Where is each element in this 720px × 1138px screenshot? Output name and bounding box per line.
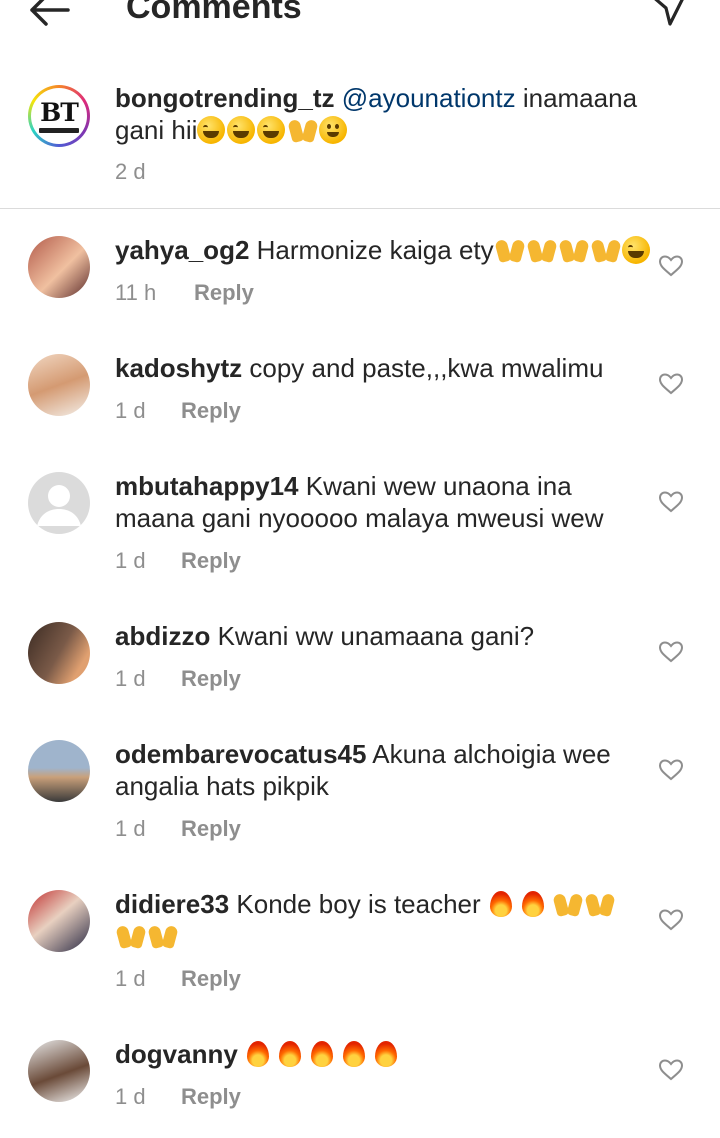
comment-time: 1 d [115, 666, 146, 691]
heart-icon[interactable] [658, 640, 684, 664]
fire-emoji-icon [520, 889, 546, 919]
avatar[interactable] [28, 354, 90, 416]
reply-button[interactable]: Reply [181, 398, 241, 424]
laughing-emoji-icon [257, 116, 286, 144]
comment-time: 1 d [115, 548, 146, 573]
comment-username[interactable]: mbutahappy14 [115, 471, 299, 501]
heart-icon[interactable] [658, 1058, 684, 1082]
comment-body: Konde boy is teacher [236, 889, 481, 919]
avatar[interactable] [28, 1040, 90, 1102]
fire-emoji-icon [341, 1039, 367, 1069]
comment-text: kadoshytz copy and paste,,,kwa mwalimu [115, 352, 603, 384]
comment-time: 11 h [115, 280, 157, 305]
reply-button[interactable]: Reply [194, 280, 254, 306]
avatar[interactable]: BT [28, 85, 90, 147]
comment-body: Akuna alchoigia wee [372, 739, 611, 769]
raising-hands-emoji-icon [147, 922, 179, 950]
smiling-emoji-icon [319, 116, 348, 144]
comment-text: odembarevocatus45 Akuna alchoigia wee an… [115, 738, 611, 802]
avatar[interactable] [28, 740, 90, 802]
avatar[interactable] [28, 890, 90, 952]
caption-block: BT bongotrending_tz @ayounationtz inamaa… [0, 70, 720, 209]
raising-hands-emoji-icon [287, 116, 319, 144]
comment-meta: 1 d Reply [115, 966, 241, 992]
logo-text: BT [40, 98, 79, 127]
heart-icon[interactable] [658, 758, 684, 782]
avatar[interactable] [28, 236, 90, 298]
raising-hands-emoji-icon [552, 890, 584, 918]
raising-hands-emoji-icon [526, 236, 558, 264]
raising-hands-emoji-icon [584, 890, 616, 918]
comment-username[interactable]: didiere33 [115, 889, 229, 919]
avatar[interactable] [28, 622, 90, 684]
comment-meta: 1 d Reply [115, 816, 241, 842]
comment-body: Kwani wew unaona ina [305, 471, 572, 501]
heart-icon[interactable] [658, 908, 684, 932]
comment-meta: 1 d Reply [115, 1084, 241, 1110]
comment-text: mbutahappy14 Kwani wew unaona ina maana … [115, 470, 604, 534]
comment-text: yahya_og2 Harmonize kaiga ety [115, 234, 652, 266]
comment-text: abdizzo Kwani ww unamaana gani? [115, 620, 534, 652]
comment-time: 1 d [115, 1084, 146, 1109]
comment-text: dogvanny [115, 1038, 405, 1070]
comment-meta: 1 d Reply [115, 548, 241, 574]
comment-username[interactable]: dogvanny [115, 1039, 238, 1069]
fire-emoji-icon [277, 1039, 303, 1069]
heart-icon[interactable] [658, 372, 684, 396]
comment-body: Harmonize kaiga ety [256, 235, 494, 265]
comment-meta: 11 h Reply [115, 280, 254, 306]
caption-time: 2 d [115, 159, 146, 184]
fire-emoji-icon [309, 1039, 335, 1069]
caption-username[interactable]: bongotrending_tz [115, 83, 335, 113]
avatar[interactable] [28, 472, 90, 534]
comment-body-2: angalia hats pikpik [115, 771, 329, 801]
reply-button[interactable]: Reply [181, 666, 241, 692]
raising-hands-emoji-icon [558, 236, 590, 264]
reply-button[interactable]: Reply [181, 548, 241, 574]
heart-icon[interactable] [658, 254, 684, 278]
comment-body-2: maana gani nyooooo malaya mweusi wew [115, 503, 604, 533]
comment-username[interactable]: abdizzo [115, 621, 210, 651]
comment-username[interactable]: yahya_og2 [115, 235, 249, 265]
comment-body: Kwani ww unamaana gani? [217, 621, 535, 651]
page-title: Comments [126, 0, 302, 26]
comment-username[interactable]: odembarevocatus45 [115, 739, 366, 769]
top-bar: Comments [0, 0, 720, 40]
laughing-emoji-icon [197, 116, 226, 144]
raising-hands-emoji-icon [590, 236, 622, 264]
comment-username[interactable]: kadoshytz [115, 353, 242, 383]
comment-time: 1 d [115, 966, 146, 991]
caption-text: bongotrending_tz @ayounationtz inamaana … [115, 82, 637, 146]
comment-time: 1 d [115, 398, 146, 423]
laughing-emoji-icon [227, 116, 256, 144]
arrow-left-icon[interactable] [26, 0, 72, 30]
comment-body: copy and paste,,,kwa mwalimu [249, 353, 604, 383]
comment-time: 1 d [115, 816, 146, 841]
mention-link[interactable]: @ayounationtz [342, 83, 516, 113]
default-user-icon [37, 485, 81, 526]
fire-emoji-icon [245, 1039, 271, 1069]
raising-hands-emoji-icon [494, 236, 526, 264]
caption-body-1: inamaana [522, 83, 638, 113]
reply-button[interactable]: Reply [181, 1084, 241, 1110]
caption-body-2: gani hii [115, 115, 198, 145]
fire-emoji-icon [488, 889, 514, 919]
comment-text: didiere33 Konde boy is teacher [115, 888, 616, 952]
comment-meta: 1 d Reply [115, 398, 241, 424]
laughing-emoji-icon [621, 236, 650, 264]
paper-plane-icon[interactable] [648, 0, 688, 28]
raising-hands-emoji-icon [115, 922, 147, 950]
reply-button[interactable]: Reply [181, 816, 241, 842]
heart-icon[interactable] [658, 490, 684, 514]
fire-emoji-icon [373, 1039, 399, 1069]
comment-meta: 1 d Reply [115, 666, 241, 692]
reply-button[interactable]: Reply [181, 966, 241, 992]
